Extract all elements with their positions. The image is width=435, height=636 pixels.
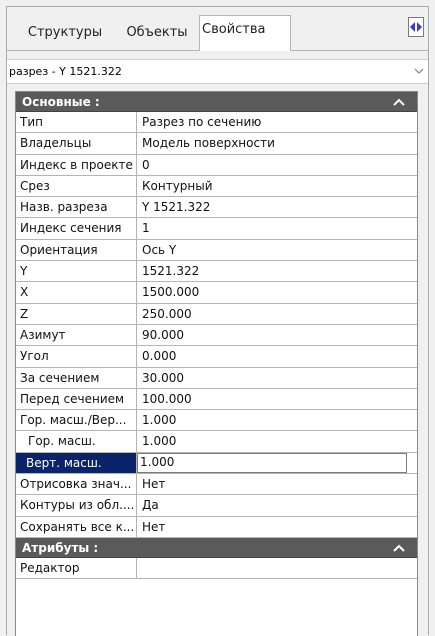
property-row[interactable]: Z 250.000 [16,303,417,325]
tab-properties[interactable]: Свойства [199,15,291,51]
chevron-up-icon[interactable] [393,97,405,107]
section-title: Основные : [22,95,100,109]
property-value[interactable]: Ось Y [137,240,417,260]
property-value[interactable]: 1521.322 [137,261,417,281]
property-row[interactable]: Срез Контурный [16,175,417,198]
tab-scroll-button[interactable] [408,17,424,37]
property-value[interactable]: 1.000 [137,410,417,430]
tab-strip: Структуры Объекты Свойства [7,7,428,51]
property-name: Индекс в проекте [16,154,137,175]
property-value[interactable]: 1.000 [137,431,417,451]
property-value[interactable]: Нет [137,517,417,537]
property-row[interactable]: Y 1521.322 [16,261,417,283]
property-name: Верт. масш. [16,452,137,474]
property-name: За сечением [16,367,137,388]
property-row[interactable]: Контуры из обл.... Да [16,495,417,517]
properties-panel: Структуры Объекты Свойства разрез - Y 15… [6,6,429,636]
section-main-header[interactable]: Основные : [16,92,417,112]
section-attributes-header[interactable]: Атрибуты : [16,537,417,558]
property-value[interactable]: Нет [137,474,417,494]
object-selector-value: разрез - Y 1521.322 [9,65,122,78]
property-row-selected[interactable]: Верт. масш. 1.000 [16,452,417,475]
property-value[interactable]: Контурный [137,176,417,196]
property-value[interactable]: Модель поверхности [137,133,417,153]
property-value[interactable]: 90.000 [137,325,417,345]
property-row[interactable]: X 1500.000 [16,282,417,304]
property-name: Контуры из обл.... [16,495,137,516]
property-name: Азимут [16,324,137,346]
property-value[interactable]: 0.000 [137,346,417,366]
property-value[interactable] [137,558,417,578]
property-name: Перед сечением [16,388,137,410]
property-name: Тип [16,112,137,133]
property-name: Владельцы [16,133,137,154]
property-row[interactable]: Индекс в проекте 0 [16,154,417,176]
property-name: X [16,282,137,303]
property-value[interactable]: 100.000 [137,389,417,409]
property-name: Угол [16,346,137,367]
property-name: Y [16,261,137,282]
property-name: Ориентация [16,239,137,261]
property-row[interactable]: Угол 0.000 [16,346,417,368]
property-row[interactable]: Редактор [16,557,417,580]
property-name: Z [16,303,137,324]
property-value-editor[interactable]: 1.000 [137,452,407,474]
property-row[interactable]: Назв. разреза Y 1521.322 [16,197,417,219]
chevron-down-icon [414,68,424,74]
chevron-up-icon[interactable] [393,543,405,553]
property-row[interactable]: Индекс сечения 1 [16,218,417,240]
property-name: Гор. масш. [16,431,137,452]
property-name: Сохранять все к... [16,516,137,537]
tab-structures[interactable]: Структуры [15,17,115,50]
property-name: Редактор [16,557,137,579]
property-row[interactable]: Азимут 90.000 [16,324,417,347]
tab-objects[interactable]: Объекты [115,17,199,50]
object-selector[interactable]: разрез - Y 1521.322 [7,59,428,84]
property-name: Отрисовка знач... [16,474,137,495]
property-row[interactable]: Владельцы Модель поверхности [16,133,417,155]
property-value[interactable]: Да [137,495,417,515]
property-name: Гор. масш./Вер... [16,410,137,431]
property-value[interactable]: 1 [137,218,417,238]
tab-scroll-arrows-icon [410,22,422,32]
property-value[interactable]: 1500.000 [137,282,417,302]
property-row[interactable]: Гор. масш. 1.000 [16,431,417,453]
property-name: Индекс сечения [16,218,137,239]
property-value[interactable]: 250.000 [137,304,417,324]
property-value[interactable]: 30.000 [137,368,417,388]
property-grid: Основные : Тип Разрез по сечению Владельц… [15,91,418,636]
tab-divider [7,50,428,51]
property-value[interactable]: 0 [137,155,417,175]
property-name: Срез [16,175,137,197]
property-value[interactable]: Y 1521.322 [137,197,417,217]
property-row[interactable]: Ориентация Ось Y [16,239,417,262]
property-name: Назв. разреза [16,197,137,218]
property-row[interactable]: За сечением 30.000 [16,367,417,389]
property-value[interactable]: Разрез по сечению [137,112,417,132]
property-row[interactable]: Отрисовка знач... Нет [16,474,417,496]
property-row[interactable]: Сохранять все к... Нет [16,516,417,538]
property-row[interactable]: Перед сечением 100.000 [16,388,417,411]
section-title: Атрибуты : [22,540,99,555]
property-row[interactable]: Тип Разрез по сечению [16,112,417,134]
property-row[interactable]: Гор. масш./Вер... 1.000 [16,410,417,432]
